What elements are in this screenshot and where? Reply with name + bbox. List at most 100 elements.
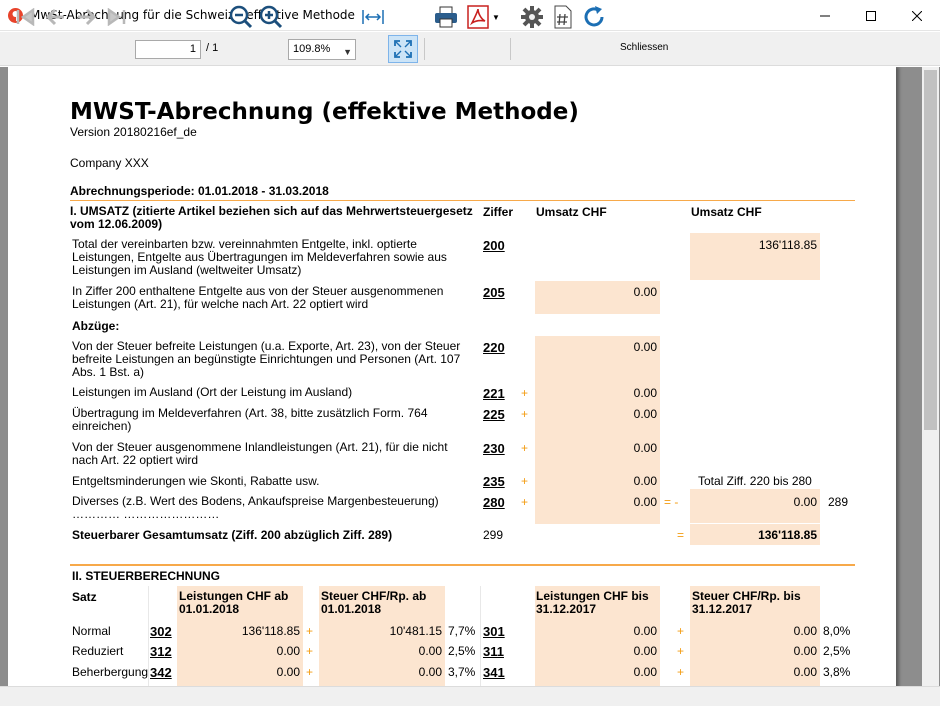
fit-width-button[interactable] [361, 4, 385, 30]
rate-label-reduziert: Reduziert [72, 644, 124, 658]
last-page-button[interactable] [104, 4, 130, 30]
toolbar-separator [510, 38, 511, 60]
col-leistungen-ab: Leistungen CHF ab 01.01.2018 [179, 589, 289, 616]
row-220-code: 220 [483, 340, 505, 355]
close-window-button[interactable] [894, 0, 940, 31]
zoom-out-button[interactable] [228, 4, 254, 30]
row-221-text: Leistungen im Ausland (Ort der Leistung … [72, 385, 353, 399]
horizontal-scrollbar-overlay [0, 686, 940, 706]
refresh-button[interactable] [580, 4, 608, 30]
row-230-code: 230 [483, 441, 505, 456]
rate2-beherbergung: 3,8% [823, 665, 851, 679]
row-280-value: 0.00 [633, 495, 657, 509]
pdf-icon [467, 5, 489, 29]
s2-beherbergung: 0.00 [793, 665, 817, 679]
row-280-text: Diverses (z.B. Wert des Bodens, Ankaufsp… [72, 494, 439, 521]
row-225-value: 0.00 [633, 407, 657, 421]
gesamt-sign: = [677, 528, 685, 542]
l2-reduziert: 0.00 [633, 644, 657, 658]
last-page-icon [107, 8, 126, 26]
row-205-text: In Ziffer 200 enthaltene Entgelte aus vo… [72, 284, 444, 311]
row-230-value: 0.00 [633, 441, 657, 455]
code-312: 312 [150, 644, 172, 659]
row-235-text: Entgeltsminderungen wie Skonti, Rabatte … [72, 474, 320, 488]
gesamt-label: Steuerbarer Gesamtumsatz (Ziff. 200 abzü… [72, 528, 393, 542]
export-pdf-button[interactable]: ▼ [464, 4, 502, 30]
section1-heading: I. UMSATZ (zitierte Artikel beziehen sic… [70, 204, 473, 231]
fit-page-button[interactable] [388, 35, 418, 63]
plus-sign: + [677, 644, 685, 658]
code-342: 342 [150, 665, 172, 680]
column-divider [148, 586, 149, 686]
row-280-code: 280 [483, 495, 505, 510]
rate1-normal: 7,7% [448, 624, 476, 638]
rate1-beherbergung: 3,7% [448, 665, 476, 679]
printer-icon [435, 6, 457, 28]
row-200-code: 200 [483, 238, 505, 253]
l2-normal: 0.00 [633, 624, 657, 638]
zoom-select[interactable]: 109.8% ▼ [288, 39, 356, 60]
next-page-button[interactable] [74, 4, 100, 30]
col-satz: Satz [72, 590, 97, 604]
maximize-button[interactable] [848, 0, 894, 31]
l1-beherbergung: 0.00 [276, 665, 300, 679]
version-label: Version 20180216ef_de [70, 125, 197, 139]
row-220-value: 0.00 [633, 340, 657, 354]
col-umsatz-1: Umsatz CHF [536, 205, 607, 219]
row-200-text: Total der vereinbarten bzw. vereinnahmte… [72, 237, 447, 277]
row-230-sign: + [521, 441, 529, 455]
divider [70, 564, 855, 566]
section2-heading: II. STEUERBERECHNUNG [72, 569, 221, 583]
period-label: Abrechnungsperiode: 01.01.2018 - 31.03.2… [70, 184, 329, 198]
settings-button[interactable] [518, 4, 546, 30]
plus-sign: + [677, 624, 685, 638]
total-value: 0.00 [793, 495, 817, 509]
zoom-out-icon [229, 5, 253, 29]
scrollbar-thumb[interactable] [924, 70, 937, 430]
maximize-icon [866, 10, 876, 21]
document-hash-icon [554, 5, 572, 29]
row-221-value: 0.00 [633, 386, 657, 400]
row-225-code: 225 [483, 407, 505, 422]
plus-sign: + [306, 665, 314, 679]
zoom-in-icon [259, 5, 283, 29]
zoom-in-button[interactable] [258, 4, 284, 30]
arrow-left-icon [45, 8, 64, 26]
row-280-sign: + [521, 495, 529, 509]
s1-beherbergung: 0.00 [418, 665, 442, 679]
close-document-button[interactable]: Schliessen [620, 42, 668, 53]
col-steuer-bis: Steuer CHF/Rp. bis 31.12.2017 [692, 589, 801, 616]
row-205-value: 0.00 [633, 285, 657, 299]
row-221-code: 221 [483, 386, 505, 401]
minimize-button[interactable] [802, 0, 848, 31]
code-302: 302 [150, 624, 172, 639]
zoom-value: 109.8% [293, 43, 331, 55]
fit-width-icon [362, 10, 384, 24]
refresh-icon [584, 6, 604, 27]
toolbar-separator [424, 38, 425, 60]
col-umsatz-2: Umsatz CHF [691, 205, 762, 219]
row-225-sign: + [521, 407, 529, 421]
l2-beherbergung: 0.00 [633, 665, 657, 679]
gesamt-value: 136'118.85 [758, 528, 817, 542]
print-button[interactable] [432, 4, 460, 30]
row-235-sign: + [521, 474, 529, 488]
row-220-text: Von der Steuer befreite Leistungen (u.a.… [72, 339, 461, 379]
page-number-input[interactable]: 1 [135, 40, 201, 59]
document-number-button[interactable] [551, 4, 575, 30]
s2-normal: 0.00 [793, 624, 817, 638]
previous-page-button[interactable] [42, 4, 68, 30]
rate2-reduziert: 2,5% [823, 644, 851, 658]
minimize-icon [820, 15, 830, 16]
l1-normal: 136'118.85 [241, 624, 300, 638]
dropdown-arrow-icon: ▼ [492, 12, 500, 22]
first-page-button[interactable] [12, 4, 38, 30]
row-200-value: 136'118.85 [758, 238, 817, 252]
row-205-code: 205 [483, 285, 505, 300]
plus-sign: + [306, 644, 314, 658]
row-235-code: 235 [483, 474, 505, 489]
code-341: 341 [483, 665, 505, 680]
rate-label-beherbergung: Beherbergung [72, 665, 149, 679]
chevron-down-icon: ▼ [343, 47, 352, 57]
close-icon [912, 10, 922, 21]
